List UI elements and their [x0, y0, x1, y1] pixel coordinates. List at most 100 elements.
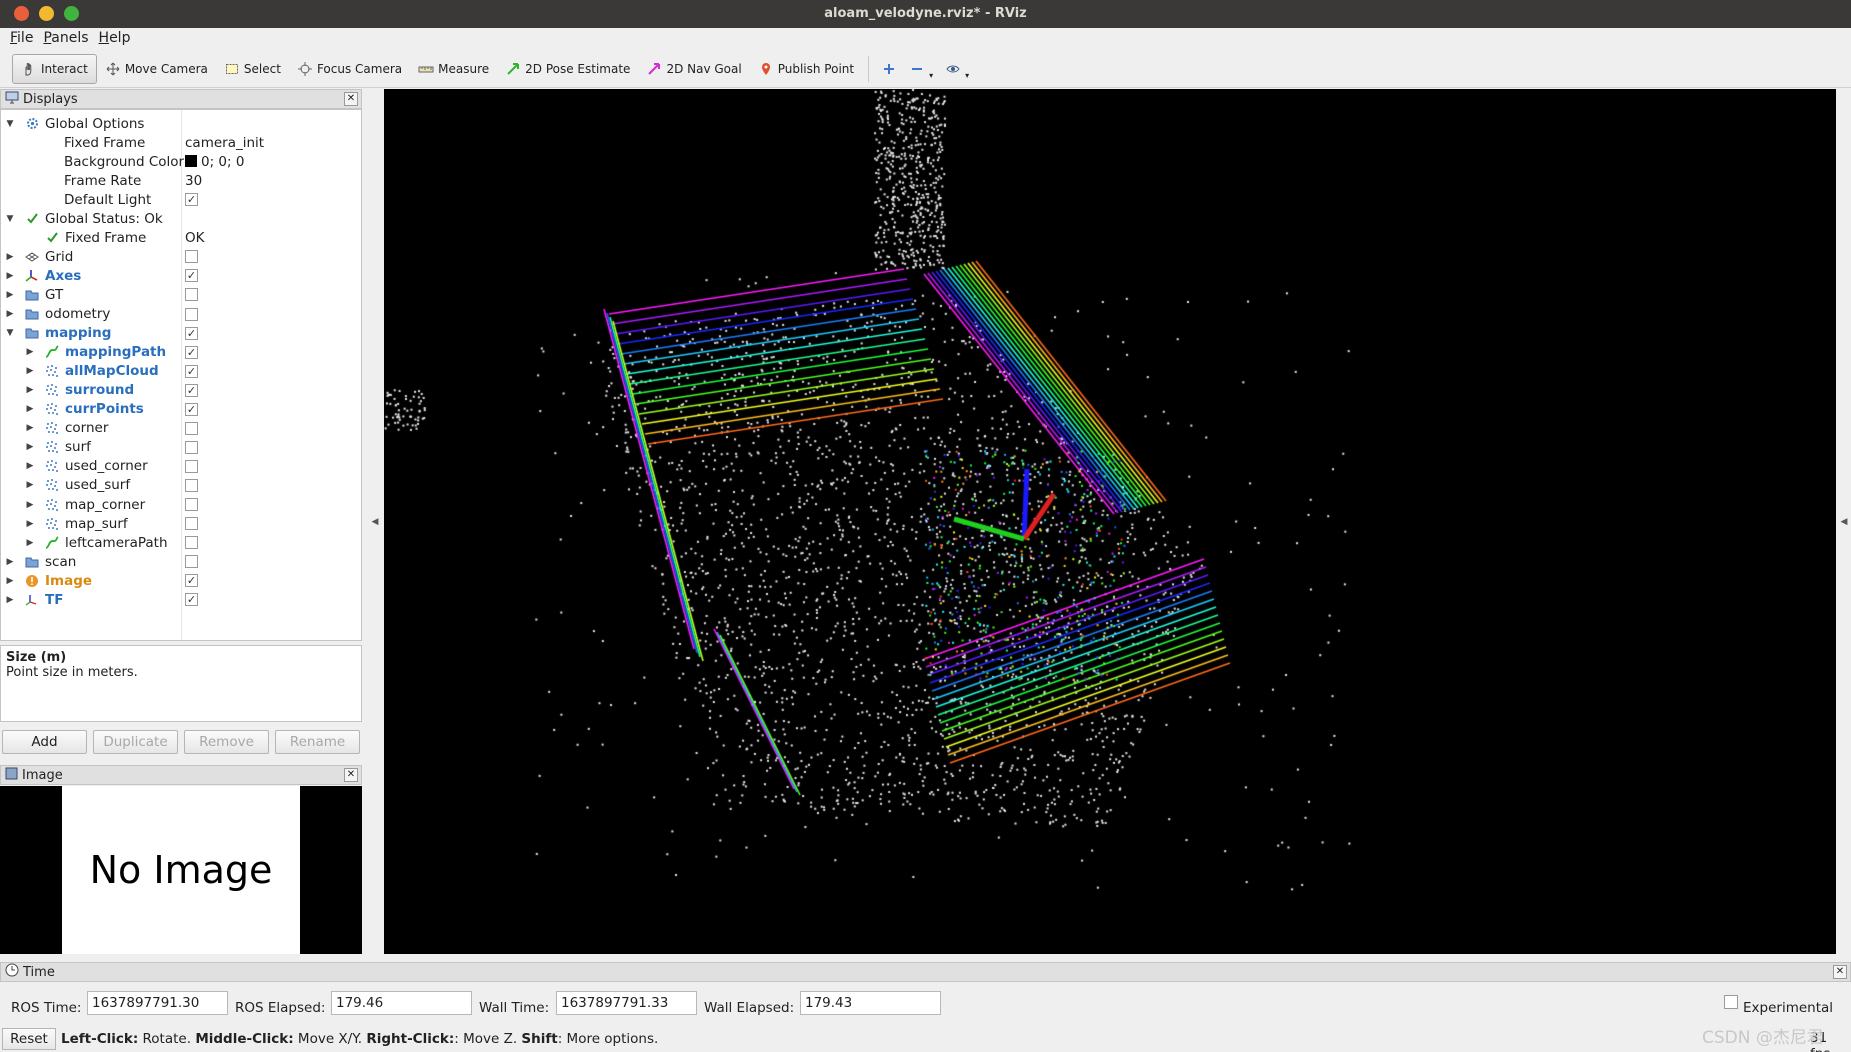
select-tool-button[interactable]: Select — [216, 54, 289, 84]
experimental-checkbox[interactable] — [1724, 995, 1738, 1009]
expand-arrow-closed-icon[interactable]: ▶ — [5, 595, 15, 605]
nav-goal-tool-button[interactable]: 2D Nav Goal — [638, 54, 749, 84]
display-row[interactable]: ▶ allMapCloud ✓ — [1, 362, 361, 381]
display-enabled-checkbox[interactable]: ✓ — [185, 269, 198, 283]
add-display-button[interactable]: Add — [2, 730, 87, 754]
color-swatch[interactable] — [185, 154, 197, 167]
measure-tool-button[interactable]: Measure — [410, 54, 497, 84]
add-tool-button[interactable] — [875, 54, 903, 84]
display-enabled-checkbox[interactable]: ✓ — [185, 383, 198, 397]
display-row[interactable]: ▶ used_corner — [1, 457, 361, 476]
publish-point-tool-button[interactable]: Publish Point — [750, 54, 862, 84]
display-row-value[interactable]: 30 — [185, 173, 202, 189]
rename-display-button[interactable]: Rename — [275, 730, 360, 754]
expand-arrow-open-icon[interactable]: ▼ — [5, 214, 15, 224]
ros-elapsed-field[interactable]: 179.46 — [331, 991, 472, 1015]
3d-render-viewport[interactable] — [384, 89, 1836, 954]
display-row[interactable]: Fixed Frame OK — [1, 228, 361, 247]
expand-arrow-closed-icon[interactable]: ▶ — [5, 576, 15, 586]
display-row[interactable]: ▶ mappingPath ✓ — [1, 343, 361, 362]
display-enabled-checkbox[interactable] — [185, 288, 198, 302]
display-enabled-checkbox[interactable] — [185, 421, 198, 435]
display-row[interactable]: Frame Rate 30 — [1, 171, 361, 190]
right-panel-collapse-handle[interactable]: ◀ — [1837, 90, 1851, 954]
display-row[interactable]: ▶ surf — [1, 438, 361, 457]
display-row[interactable]: ▼ Global Options — [1, 114, 361, 133]
display-row[interactable]: ▶ Axes ✓ — [1, 266, 361, 285]
menu-panels[interactable]: Panels — [39, 28, 92, 50]
display-row[interactable]: Background Color 0; 0; 0 — [1, 152, 361, 171]
display-enabled-checkbox[interactable] — [185, 498, 198, 511]
display-enabled-checkbox[interactable] — [185, 250, 198, 264]
display-enabled-checkbox[interactable]: ✓ — [185, 574, 198, 588]
expand-arrow-closed-icon[interactable]: ▶ — [25, 423, 35, 433]
expand-arrow-closed-icon[interactable]: ▶ — [25, 538, 35, 548]
expand-arrow-closed-icon[interactable]: ▶ — [5, 252, 15, 262]
menu-help[interactable]: Help — [95, 28, 135, 50]
expand-arrow-closed-icon[interactable]: ▶ — [5, 309, 15, 319]
expand-arrow-closed-icon[interactable]: ▶ — [5, 271, 15, 281]
expand-arrow-closed-icon[interactable]: ▶ — [25, 366, 35, 376]
close-panel-button[interactable]: ✕ — [344, 768, 358, 782]
reset-button[interactable]: Reset — [2, 1028, 56, 1050]
display-enabled-checkbox[interactable] — [185, 517, 198, 531]
expand-arrow-open-icon[interactable]: ▼ — [5, 119, 15, 129]
remove-tool-button[interactable]: ▾ — [903, 54, 939, 84]
duplicate-display-button[interactable]: Duplicate — [93, 730, 178, 754]
display-row[interactable]: ▶ map_corner — [1, 495, 361, 514]
display-row[interactable]: ▶ scan — [1, 552, 361, 571]
expand-arrow-closed-icon[interactable]: ▶ — [25, 442, 35, 452]
expand-arrow-closed-icon[interactable]: ▶ — [25, 480, 35, 490]
wall-time-field[interactable]: 1637897791.33 — [556, 991, 697, 1015]
display-enabled-checkbox[interactable] — [185, 440, 198, 454]
display-row[interactable]: Default Light ✓ — [1, 190, 361, 209]
display-row[interactable]: ▶ surround ✓ — [1, 381, 361, 400]
interact-tool-button[interactable]: Interact — [12, 53, 97, 84]
display-row[interactable]: ▶ used_surf — [1, 476, 361, 495]
display-row[interactable]: ▶ map_surf — [1, 514, 361, 533]
display-row[interactable]: ▶ corner — [1, 419, 361, 438]
display-row[interactable]: ▶ leftcameraPath — [1, 533, 361, 552]
display-enabled-checkbox[interactable] — [185, 555, 198, 569]
pose-estimate-tool-button[interactable]: 2D Pose Estimate — [497, 54, 638, 84]
display-enabled-checkbox[interactable] — [185, 459, 198, 473]
display-row-value[interactable]: OK — [185, 230, 204, 246]
display-enabled-checkbox[interactable] — [185, 536, 198, 550]
focus-camera-tool-button[interactable]: Focus Camera — [289, 54, 410, 84]
move-camera-tool-button[interactable]: Move Camera — [97, 54, 216, 84]
display-enabled-checkbox[interactable] — [185, 478, 198, 492]
display-row[interactable]: ▶ GT — [1, 285, 361, 304]
display-row[interactable]: Fixed Frame camera_init — [1, 133, 361, 152]
display-row-value[interactable]: camera_init — [185, 135, 264, 151]
display-enabled-checkbox[interactable]: ✓ — [185, 345, 198, 359]
point-cloud-canvas[interactable] — [384, 89, 1836, 954]
display-enabled-checkbox[interactable]: ✓ — [185, 593, 198, 607]
expand-arrow-closed-icon[interactable]: ▶ — [25, 404, 35, 414]
display-row[interactable]: ▶ Grid — [1, 247, 361, 266]
expand-arrow-open-icon[interactable]: ▼ — [5, 328, 15, 338]
remove-display-button[interactable]: Remove — [184, 730, 269, 754]
close-panel-button[interactable]: ✕ — [1833, 965, 1847, 979]
display-enabled-checkbox[interactable]: ✓ — [185, 364, 198, 378]
display-row[interactable]: ▼ mapping ✓ — [1, 324, 361, 343]
display-enabled-checkbox[interactable]: ✓ — [185, 326, 198, 340]
display-row-value[interactable]: 0; 0; 0 — [185, 154, 244, 170]
wall-elapsed-field[interactable]: 179.43 — [800, 991, 941, 1015]
expand-arrow-closed-icon[interactable]: ▶ — [25, 347, 35, 357]
display-row[interactable]: ▼ Global Status: Ok — [1, 209, 361, 228]
expand-arrow-closed-icon[interactable]: ▶ — [25, 500, 35, 510]
display-enabled-checkbox[interactable]: ✓ — [185, 193, 198, 207]
display-enabled-checkbox[interactable]: ✓ — [185, 402, 198, 416]
expand-arrow-closed-icon[interactable]: ▶ — [25, 461, 35, 471]
display-row[interactable]: ▶ Image ✓ — [1, 571, 361, 590]
ros-time-field[interactable]: 1637897791.30 — [87, 991, 228, 1015]
expand-arrow-closed-icon[interactable]: ▶ — [25, 519, 35, 529]
expand-arrow-closed-icon[interactable]: ▶ — [5, 557, 15, 567]
left-panel-collapse-handle[interactable]: ◀ — [368, 90, 382, 954]
menu-file[interactable]: File — [6, 28, 37, 50]
display-row[interactable]: ▶ TF ✓ — [1, 590, 361, 609]
expand-arrow-closed-icon[interactable]: ▶ — [5, 290, 15, 300]
display-enabled-checkbox[interactable] — [185, 307, 198, 321]
display-row[interactable]: ▶ currPoints ✓ — [1, 400, 361, 419]
close-panel-button[interactable]: ✕ — [344, 92, 358, 106]
